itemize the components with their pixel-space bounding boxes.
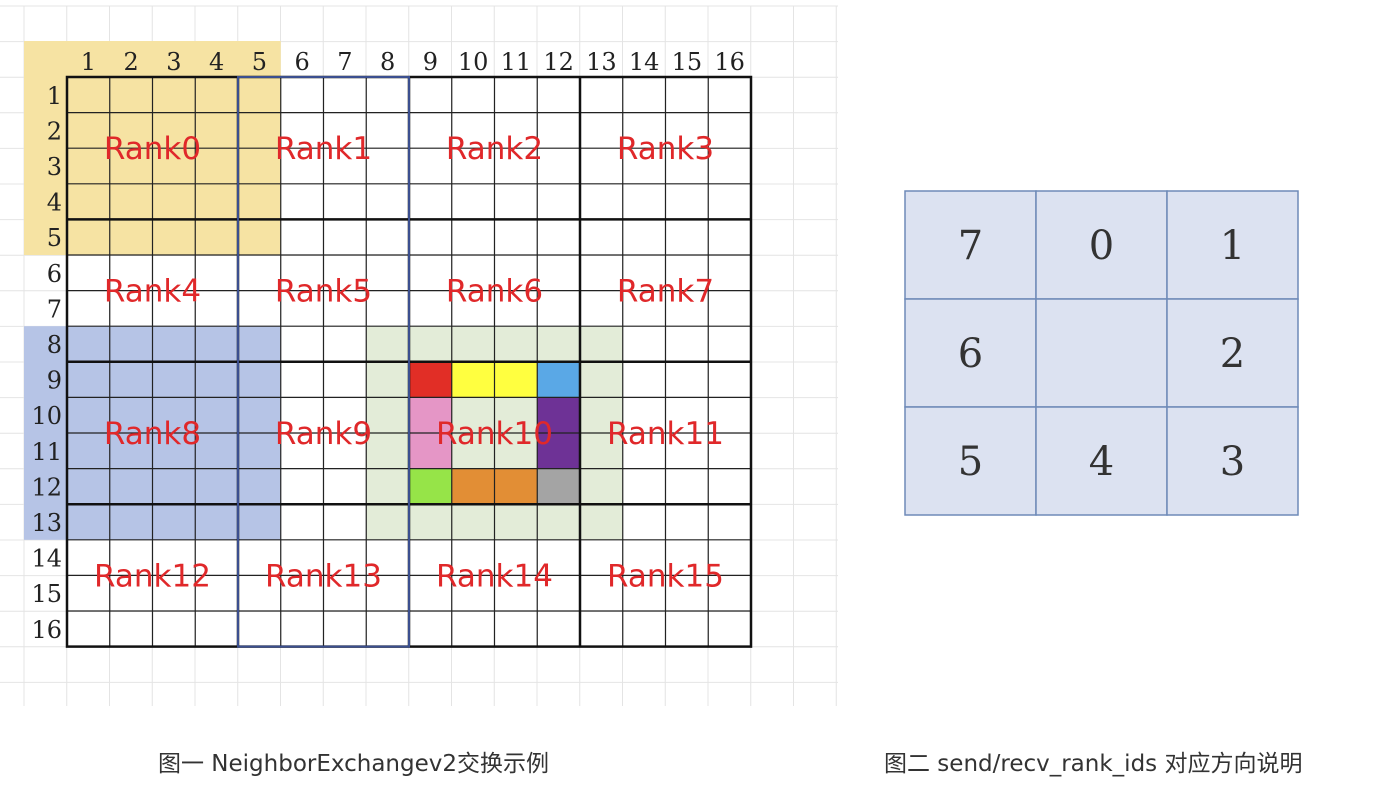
direction-diagram: 7 0 1 6 2 5 4 3 <box>904 190 1299 516</box>
figure2-caption: 图二 send/recv_rank_ids 对应方向说明 <box>884 751 1303 777</box>
direction-cell <box>1035 298 1168 408</box>
figure1-caption: 图一 NeighborExchangev2交换示例 <box>158 751 549 777</box>
direction-number: 7 <box>958 223 983 269</box>
direction-number: 3 <box>1220 439 1245 485</box>
direction-grid: 7 0 1 6 2 5 4 3 <box>904 190 1299 516</box>
direction-number: 5 <box>958 439 983 485</box>
direction-number: 1 <box>1220 223 1245 269</box>
direction-number: 0 <box>1089 223 1114 269</box>
direction-number: 2 <box>1220 331 1245 377</box>
direction-number: 6 <box>958 331 983 377</box>
direction-number: 4 <box>1089 439 1114 485</box>
